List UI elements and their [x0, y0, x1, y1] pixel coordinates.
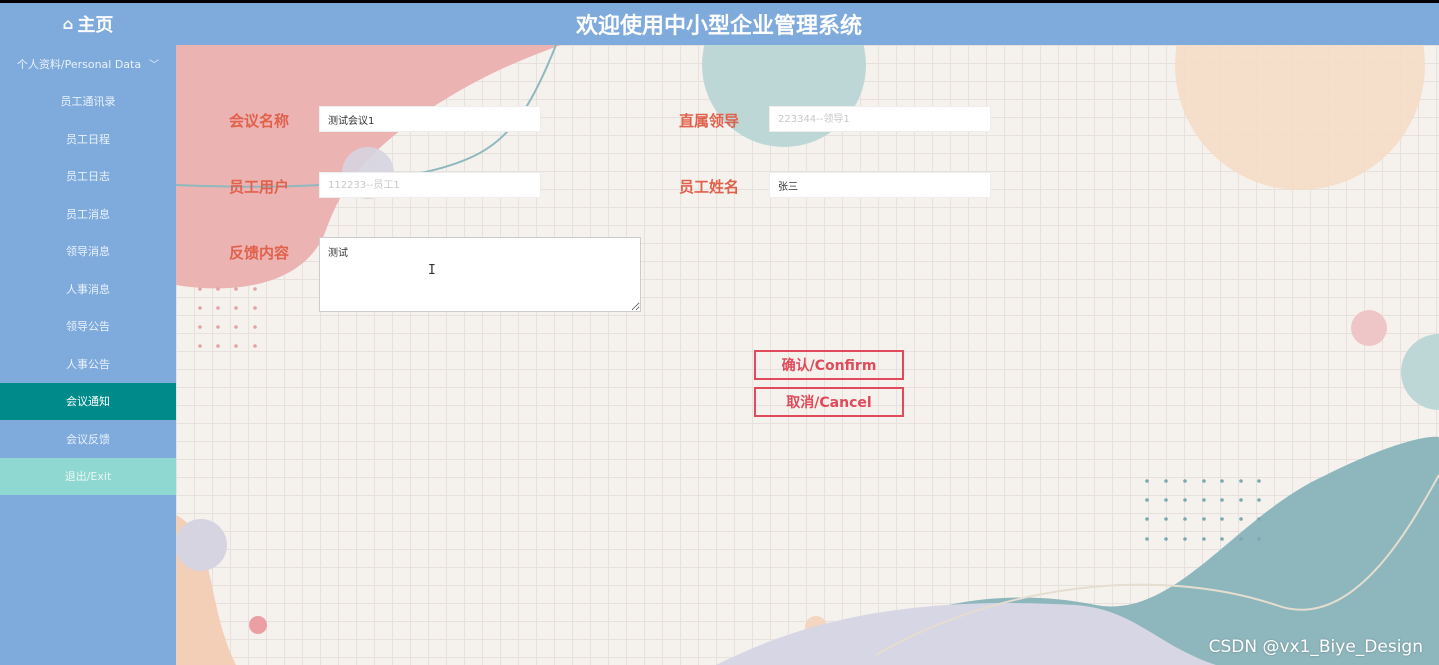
sidebar-item-label: 员工日程: [66, 132, 110, 146]
confirm-button[interactable]: 确认/Confirm: [754, 350, 904, 380]
sidebar-item-employee-log[interactable]: 员工日志: [0, 158, 176, 196]
sidebar-item-label: 会议通知: [66, 395, 110, 409]
header-bar: ⌂ 主页 欢迎使用中小型企业管理系统: [0, 3, 1439, 45]
home-icon: ⌂: [62, 15, 74, 33]
direct-leader-input[interactable]: [769, 106, 991, 132]
sidebar-item-hr-announcements[interactable]: 人事公告: [0, 345, 176, 383]
direct-leader-label: 直属领导: [679, 112, 740, 130]
sidebar-item-hr-messages[interactable]: 人事消息: [0, 270, 176, 308]
sidebar-item-employee-messages[interactable]: 员工消息: [0, 195, 176, 233]
sidebar-item-label: 个人资料/Personal Data: [16, 57, 142, 71]
sidebar-item-label: 员工通讯录: [60, 95, 116, 109]
feedback-label: 反馈内容: [229, 244, 290, 262]
text-cursor-icon: I: [428, 263, 436, 278]
sidebar-item-label: 员工消息: [66, 207, 110, 221]
sidebar-item-leader-announcements[interactable]: 领导公告: [0, 308, 176, 346]
meeting-name-label: 会议名称: [229, 112, 290, 130]
home-button[interactable]: ⌂ 主页: [0, 3, 176, 45]
employee-user-label: 员工用户: [229, 178, 290, 196]
sidebar-item-exit[interactable]: 退出/Exit: [0, 457, 176, 495]
sidebar-item-employee-directory[interactable]: 员工通讯录: [0, 83, 176, 121]
sidebar-item-label: 员工日志: [66, 170, 110, 184]
feedback-textarea[interactable]: 测试: [319, 237, 641, 312]
employee-name-input[interactable]: [769, 172, 991, 198]
sidebar-item-label: 人事公告: [66, 357, 110, 371]
home-label: 主页: [77, 15, 114, 36]
app-window: ⌂ 主页 欢迎使用中小型企业管理系统 个人资料/Personal Data ﹀ …: [0, 3, 1439, 665]
watermark: CSDN @vx1_Biye_Design: [1208, 637, 1423, 657]
sidebar-item-meeting-notice[interactable]: 会议通知: [0, 382, 176, 420]
sidebar-item-meeting-feedback[interactable]: 会议反馈: [0, 420, 176, 458]
sidebar-item-personal-data[interactable]: 个人资料/Personal Data ﹀: [0, 45, 176, 83]
main-content: 会议名称 直属领导 员工用户 员工姓名 反馈内容 测试 I 确认/Confirm…: [176, 45, 1439, 665]
sidebar-item-employee-schedule[interactable]: 员工日程: [0, 120, 176, 158]
sidebar-item-label: 人事消息: [66, 282, 110, 296]
chevron-down-icon: ﹀: [149, 60, 160, 72]
employee-name-label: 员工姓名: [679, 178, 740, 196]
sidebar-item-label: 领导消息: [66, 245, 110, 259]
sidebar: 个人资料/Personal Data ﹀ 员工通讯录 员工日程 员工日志 员工消…: [0, 45, 176, 665]
meeting-name-input[interactable]: [319, 106, 541, 132]
cancel-button[interactable]: 取消/Cancel: [754, 387, 904, 417]
sidebar-item-label: 领导公告: [66, 320, 110, 334]
sidebar-item-label: 会议反馈: [66, 432, 110, 446]
page-title: 欢迎使用中小型企业管理系统: [575, 14, 862, 39]
sidebar-item-leader-messages[interactable]: 领导消息: [0, 233, 176, 271]
employee-user-input[interactable]: [319, 172, 541, 198]
sidebar-item-label: 退出/Exit: [64, 470, 112, 484]
